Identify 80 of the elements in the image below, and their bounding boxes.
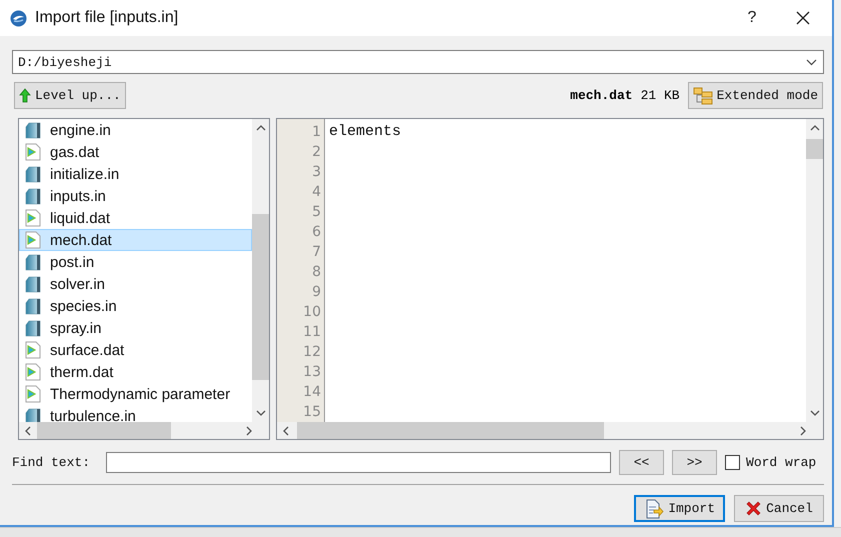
extended-mode-button[interactable]: Extended mode — [688, 82, 823, 109]
word-wrap-checkbox[interactable]: Word wrap — [725, 455, 816, 470]
media-file-icon — [24, 143, 42, 161]
document-icon — [24, 297, 42, 315]
media-file-icon — [24, 341, 42, 359]
file-size: 21 KB — [640, 88, 680, 103]
file-item[interactable]: Thermodynamic parameter — [19, 383, 252, 405]
cancel-button[interactable]: Cancel — [734, 495, 824, 522]
scroll-thumb[interactable] — [806, 139, 823, 159]
file-item[interactable]: gas.dat — [19, 141, 252, 163]
line-number: 1 — [311, 123, 322, 142]
vertical-scrollbar[interactable] — [806, 119, 823, 422]
horizontal-scrollbar[interactable] — [277, 422, 823, 439]
document-icon — [24, 187, 42, 205]
file-item[interactable]: engine.in — [19, 119, 252, 141]
file-item[interactable]: initialize.in — [19, 163, 252, 185]
line-number: 7 — [311, 243, 322, 262]
line-number: 4 — [311, 183, 322, 202]
dropdown-caret-icon — [806, 58, 817, 66]
line-number: 13 — [302, 363, 322, 382]
media-file-icon — [24, 209, 42, 227]
line-number: 3 — [311, 163, 322, 182]
code-line: elements — [329, 122, 402, 142]
line-number: 11 — [302, 323, 322, 342]
file-item[interactable]: liquid.dat — [19, 207, 252, 229]
document-icon — [24, 319, 42, 337]
help-button[interactable]: ? — [730, 0, 774, 36]
scroll-up-icon — [256, 125, 266, 131]
next-button[interactable]: >> — [672, 450, 718, 475]
document-icon — [24, 121, 42, 139]
folders-icon — [692, 86, 713, 104]
previous-button[interactable]: << — [619, 450, 664, 475]
file-item[interactable]: surface.dat — [19, 339, 252, 361]
line-number: 5 — [311, 203, 322, 222]
scroll-down-icon — [810, 410, 820, 416]
file-item[interactable]: spray.in — [19, 317, 252, 339]
find-label: Find text: — [12, 455, 90, 470]
up-arrow-icon — [19, 88, 31, 103]
line-number: 12 — [302, 343, 322, 362]
scroll-thumb[interactable] — [252, 214, 269, 380]
close-icon — [796, 11, 810, 25]
file-name: mech.dat — [570, 88, 633, 103]
import-button[interactable]: Import — [634, 495, 725, 522]
file-item[interactable]: inputs.in — [19, 185, 252, 207]
scroll-thumb[interactable] — [37, 422, 171, 439]
app-logo-icon — [10, 10, 27, 26]
scroll-right-icon — [246, 426, 252, 436]
line-number: 2 — [311, 143, 322, 162]
scroll-up-icon — [810, 125, 820, 131]
vertical-scrollbar[interactable] — [252, 119, 269, 422]
media-file-icon — [24, 385, 42, 403]
media-file-icon — [24, 231, 42, 249]
find-field[interactable] — [106, 452, 612, 473]
horizontal-scrollbar[interactable] — [19, 422, 269, 439]
line-number: 15 — [302, 403, 322, 422]
file-item[interactable]: post.in — [19, 251, 252, 273]
scroll-thumb[interactable] — [297, 422, 604, 439]
file-item[interactable]: species.in — [19, 295, 252, 317]
line-number: 8 — [311, 263, 322, 282]
scroll-left-icon — [283, 426, 289, 436]
scroll-left-icon — [25, 426, 31, 436]
document-icon — [24, 407, 42, 422]
document-icon — [24, 275, 42, 293]
path-combo[interactable]: D:/biyesheji — [12, 50, 824, 74]
document-icon — [24, 165, 42, 183]
line-number: 6 — [311, 223, 322, 242]
file-item[interactable]: therm.dat — [19, 361, 252, 383]
line-number: 14 — [302, 383, 322, 402]
import-document-icon — [644, 498, 664, 518]
media-file-icon — [24, 363, 42, 381]
file-item[interactable]: solver.in — [19, 273, 252, 295]
line-number: 10 — [302, 303, 322, 322]
document-icon — [24, 253, 42, 271]
file-item[interactable]: mech.dat — [19, 229, 252, 251]
window-title: Import file [inputs.in] — [35, 9, 180, 27]
level-up-button[interactable]: Level up... — [14, 82, 126, 109]
x-icon — [745, 500, 762, 517]
line-number: 9 — [311, 283, 322, 302]
scroll-down-icon — [256, 410, 266, 416]
scroll-right-icon — [800, 426, 806, 436]
